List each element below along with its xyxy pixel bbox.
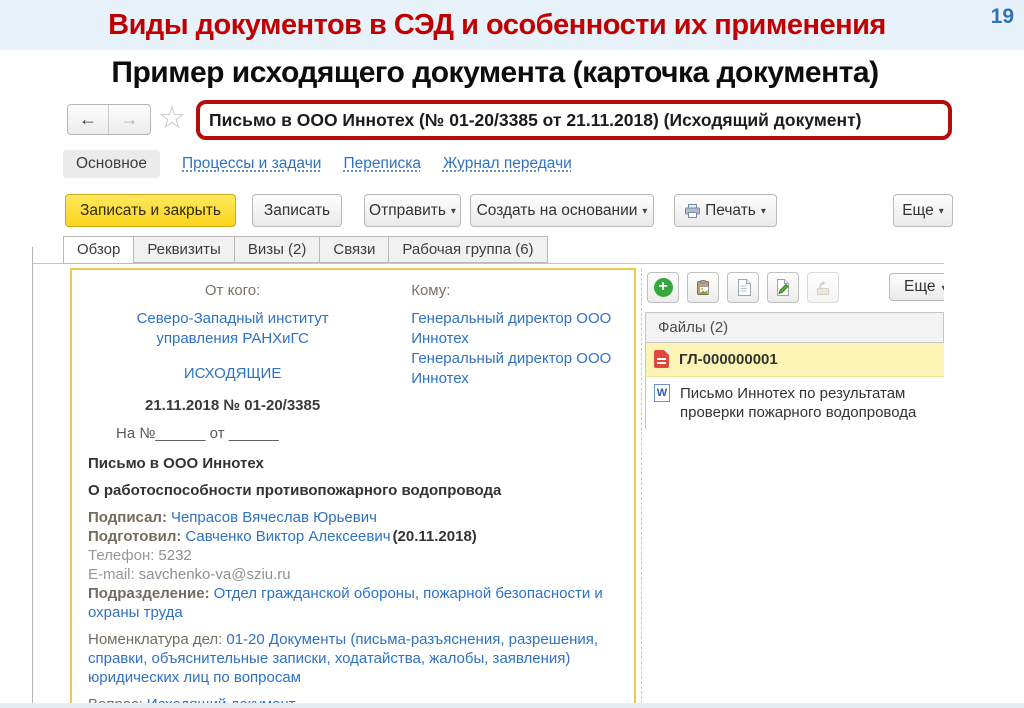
tab-perepiska[interactable]: Переписка (343, 155, 421, 173)
signed-by-link[interactable]: Чепрасов Вячеслав Юрьевич (171, 509, 377, 526)
files-more-button[interactable]: Еще ▾ (889, 273, 944, 301)
slide: Виды документов в СЭД и особенности их п… (0, 0, 1024, 708)
finish-editing-icon (817, 280, 829, 295)
clipboard-image-icon (697, 279, 709, 295)
letter-subject: О работоспособности противопожарного вод… (88, 482, 502, 499)
history-nav-group: ← → (67, 104, 151, 135)
letter-from-column: От кого: Северо-Западный институт управл… (88, 282, 377, 442)
create-based-on-button[interactable]: Создать на основании ▾ (470, 194, 654, 227)
print-button[interactable]: Печать ▾ (674, 194, 777, 227)
document-icon (737, 279, 751, 296)
tab-zhurnal-peredachi[interactable]: Журнал передачи (443, 155, 572, 173)
email-line: E-mail: savchenko-va@sziu.ru (88, 566, 291, 583)
back-arrow-icon[interactable]: ← (68, 105, 109, 134)
recipient-link[interactable]: Генеральный директор ООО Иннотех (411, 309, 634, 349)
files-panel: + Еще Файлы (2) ГЛ-000000001 W Письмо Ин… (643, 268, 944, 704)
files-list-header: Файлы (2) (645, 312, 944, 343)
section-tabs: Основное Процессы и задачи Переписка Жур… (63, 149, 572, 179)
send-button[interactable]: Отправить ▾ (364, 194, 461, 227)
letter-head: От кого: Северо-Западный институт управл… (72, 270, 634, 442)
slide-bottom-strip (0, 703, 1024, 708)
from-organization-link[interactable]: Северо-Западный институт управления РАНХ… (88, 309, 377, 349)
edit-pencil-icon (777, 279, 789, 296)
reference-line: На №______ от ______ (116, 425, 279, 442)
view-file-button[interactable] (727, 272, 759, 303)
preview-splitter[interactable] (641, 268, 642, 704)
files-toolbar: + (647, 272, 839, 303)
registration-line: 21.11.2018 № 01-20/3385 (145, 397, 321, 414)
save-and-close-button[interactable]: Записать и закрыть (65, 194, 236, 227)
phone-line: Телефон: 5232 (88, 547, 192, 564)
file-row-word[interactable]: W Письмо Иннотех по результатам проверки… (645, 377, 944, 429)
letter-preview: От кого: Северо-Западный институт управл… (70, 268, 636, 704)
letter-to-column: Кому: Генеральный директор ООО Иннотех Г… (411, 282, 634, 442)
word-file-icon: W (654, 384, 670, 402)
tab-processy-i-zadachi[interactable]: Процессы и задачи (182, 155, 321, 173)
files-list: Файлы (2) ГЛ-000000001 W Письмо Иннотех … (645, 312, 944, 429)
signing-fields: Подписал: Чепрасов Вячеслав Юрьевич Подго… (88, 508, 618, 622)
tab-rekvizity[interactable]: Реквизиты (133, 236, 234, 263)
tab-svyazi[interactable]: Связи (319, 236, 389, 263)
finish-editing-button (807, 272, 839, 303)
slide-subtitle: Пример исходящего документа (карточка до… (111, 56, 879, 89)
save-button[interactable]: Записать (252, 194, 342, 227)
page-number: 19 (990, 5, 1014, 28)
department-line: Подразделение: Отдел гражданской обороны,… (88, 585, 603, 621)
tab-osnovnoe[interactable]: Основное (63, 150, 161, 178)
scan-file-button[interactable] (687, 272, 719, 303)
nomenclature-line: Номенклатура дел: 01-20 Документы (письма… (88, 631, 599, 686)
printer-icon (685, 203, 701, 218)
edit-file-button[interactable] (767, 272, 799, 303)
file-row-pdf[interactable]: ГЛ-000000001 (645, 343, 944, 377)
file-name: ГЛ-000000001 (679, 351, 778, 368)
chevron-down-icon: ▾ (760, 206, 766, 217)
document-title: Письмо в ООО Иннотех (№ 01-20/3385 от 21… (209, 109, 862, 130)
letter-body: Письмо в ООО Иннотех О работоспособности… (72, 442, 634, 704)
prepared-date: (20.11.2018) (392, 528, 477, 545)
chevron-down-icon: ▾ (450, 206, 456, 217)
prepared-by-link[interactable]: Савченко Виктор Алексеевич (185, 528, 390, 545)
letter-title: Письмо в ООО Иннотех (88, 455, 264, 472)
favorite-star-icon[interactable]: ☆ (158, 101, 186, 135)
add-file-button[interactable]: + (647, 272, 679, 303)
plus-icon: + (653, 278, 673, 297)
chevron-down-icon: ▾ (642, 206, 648, 217)
prepared-line: Подготовил: Савченко Виктор Алексеевич (20… (88, 528, 477, 545)
file-name: Письмо Иннотех по результатам проверки п… (680, 385, 917, 421)
more-button[interactable]: Еще ▾ (893, 194, 953, 227)
form-left-border (32, 247, 33, 703)
chevron-down-icon: ▾ (942, 283, 944, 294)
document-class-link[interactable]: ИСХОДЯЩИЕ (88, 364, 377, 384)
tab-vizy[interactable]: Визы (2) (233, 236, 320, 263)
from-label: От кого: (204, 282, 261, 299)
forward-arrow-icon[interactable]: → (109, 105, 150, 134)
tab-rabochaya-gruppa[interactable]: Рабочая группа (6) (388, 236, 548, 263)
chevron-down-icon: ▾ (938, 206, 944, 217)
tab-divider-line (32, 263, 944, 264)
document-title-highlight: Письмо в ООО Иннотех (№ 01-20/3385 от 21… (196, 100, 952, 140)
signed-line: Подписал: Чепрасов Вячеслав Юрьевич (88, 509, 377, 526)
recipient-link[interactable]: Генеральный директор ООО Иннотех (411, 349, 634, 389)
to-label: Кому: (411, 282, 451, 299)
slide-title: Виды документов в СЭД и особенности их п… (108, 9, 886, 41)
tab-obzor[interactable]: Обзор (63, 236, 134, 264)
document-tabs: Обзор Реквизиты Визы (2) Связи Рабочая г… (63, 236, 548, 264)
slide-header-band: Виды документов в СЭД и особенности их п… (0, 0, 1024, 50)
pdf-file-icon (654, 350, 669, 368)
